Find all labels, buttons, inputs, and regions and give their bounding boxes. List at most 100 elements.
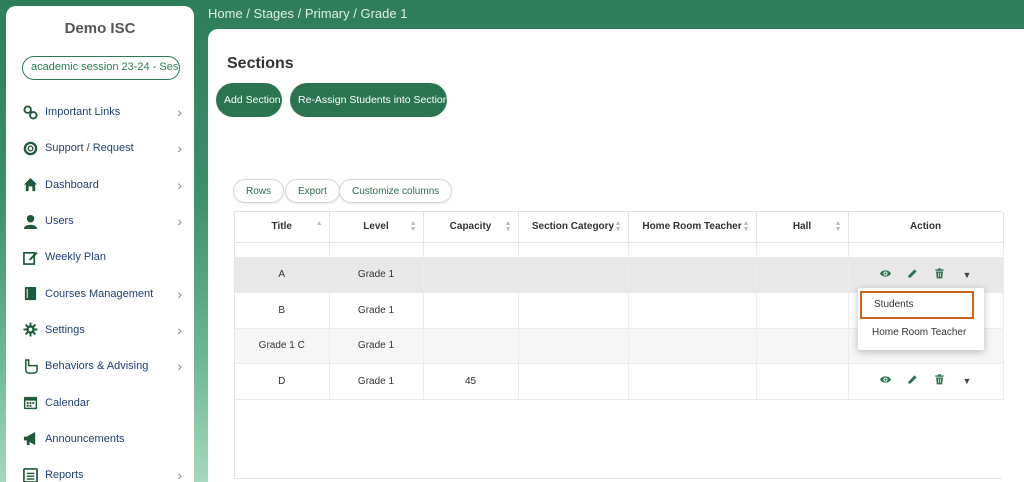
- chevron-down-icon[interactable]: ▼: [963, 270, 972, 280]
- edit-icon: [22, 249, 38, 265]
- user-icon: [22, 213, 38, 229]
- cell-capacity: [423, 292, 519, 329]
- column-header-section-category[interactable]: Section Category ▲ ▼: [518, 212, 629, 243]
- sidebar-item-important-links[interactable]: Important Links ›: [6, 94, 194, 130]
- sort-asc-icon: ▲: [315, 220, 323, 227]
- row-actions-dropdown: Students Home Room Teacher: [858, 288, 984, 350]
- view-icon[interactable]: [879, 374, 891, 388]
- cell-hall: [756, 292, 849, 329]
- chevron-right-icon: ›: [177, 176, 182, 193]
- add-section-button[interactable]: Add Section: [216, 83, 282, 117]
- column-header-label: Level: [363, 221, 389, 233]
- sidebar-item-calendar[interactable]: Calendar: [6, 384, 194, 420]
- column-header-home-room-teacher[interactable]: Home Room Teacher ▲ ▼: [628, 212, 757, 243]
- sidebar-item-label: Settings: [45, 323, 85, 336]
- sidebar-item-weekly-plan[interactable]: Weekly Plan: [6, 239, 194, 275]
- cell-title: A: [235, 257, 330, 293]
- sidebar-item-label: Courses Management: [45, 287, 154, 300]
- school-name: Demo ISC: [64, 20, 136, 37]
- sidebar-item-behaviors[interactable]: Behaviors & Advising ›: [6, 348, 194, 384]
- sidebar-item-label: Reports: [45, 469, 84, 482]
- cell-hall: [756, 328, 849, 364]
- cell-actions: ▼: [848, 363, 1004, 400]
- report-icon: [22, 467, 38, 482]
- sidebar-item-users[interactable]: Users ›: [6, 203, 194, 239]
- sidebar-item-dashboard[interactable]: Dashboard ›: [6, 167, 194, 203]
- column-header-label: Action: [909, 221, 942, 233]
- edit-icon[interactable]: [907, 268, 918, 282]
- sort-icon: ▲ ▼: [742, 220, 750, 233]
- sidebar-item-label: Dashboard: [45, 178, 99, 191]
- cell-category: [518, 257, 629, 293]
- cell-level: Grade 1: [329, 292, 424, 329]
- cell-level: Grade 1: [329, 257, 424, 293]
- cell-capacity: [423, 257, 519, 293]
- home-icon: [22, 177, 38, 193]
- sort-icon: ▲ ▼: [409, 220, 417, 233]
- menu-item-home-room-teacher[interactable]: Home Room Teacher: [858, 321, 984, 344]
- column-header-label: Capacity: [449, 221, 492, 233]
- edit-icon[interactable]: [907, 374, 918, 388]
- delete-icon[interactable]: [934, 374, 945, 388]
- cell-capacity: 45: [423, 363, 519, 400]
- hand-icon: [22, 358, 38, 374]
- sidebar-item-label: Weekly Plan: [45, 251, 106, 264]
- breadcrumb-stages[interactable]: Stages: [254, 6, 294, 21]
- view-icon[interactable]: [879, 268, 891, 282]
- chevron-right-icon: ›: [177, 321, 182, 338]
- cell-title: Grade 1 C: [235, 328, 330, 364]
- sort-icon: ▲ ▼: [614, 220, 622, 233]
- filter-row: [235, 242, 1004, 258]
- sidebar-item-label: Calendar: [45, 396, 90, 409]
- gear-icon: [22, 322, 38, 338]
- cell-teacher: [628, 257, 757, 293]
- megaphone-icon: [22, 431, 38, 447]
- sidebar-item-courses[interactable]: Courses Management ›: [6, 275, 194, 311]
- sidebar-item-reports[interactable]: Reports ›: [6, 457, 194, 482]
- breadcrumb-separator: /: [242, 6, 254, 21]
- sidebar: Demo ISC academic session 23-24 - Ses...…: [6, 6, 194, 482]
- table-row[interactable]: D Grade 1 45 ▼: [235, 363, 1004, 400]
- sort-icon: ▲ ▼: [504, 220, 512, 233]
- calendar-icon: [22, 395, 38, 411]
- breadcrumb-home[interactable]: Home: [208, 6, 243, 21]
- cell-hall: [756, 363, 849, 400]
- cell-category: [518, 328, 629, 364]
- chevron-right-icon: ›: [177, 213, 182, 230]
- rows-button[interactable]: Rows: [233, 179, 285, 203]
- chevron-right-icon: ›: [177, 467, 182, 482]
- chevron-right-icon: ›: [177, 104, 182, 121]
- cell-level: Grade 1: [329, 363, 424, 400]
- column-header-label: Section Category: [531, 221, 615, 233]
- session-selector[interactable]: academic session 23-24 - Ses...: [22, 56, 180, 80]
- cell-teacher: [628, 363, 757, 400]
- book-icon: [22, 286, 38, 302]
- delete-icon[interactable]: [934, 268, 945, 282]
- cell-category: [518, 363, 629, 400]
- cell-title: D: [235, 363, 330, 400]
- link-icon: [22, 104, 38, 120]
- sidebar-item-settings[interactable]: Settings ›: [6, 312, 194, 348]
- column-header-capacity[interactable]: Capacity ▲ ▼: [423, 212, 519, 243]
- sidebar-item-announcements[interactable]: Announcements: [6, 421, 194, 457]
- cell-category: [518, 292, 629, 329]
- sidebar-item-label: Important Links: [45, 106, 121, 119]
- sidebar-item-support[interactable]: Support / Request ›: [6, 130, 194, 166]
- main-panel: Sections Add Section Re-Assign Students …: [208, 29, 1024, 482]
- chevron-right-icon: ›: [177, 358, 182, 375]
- column-header-label: Hall: [792, 221, 812, 233]
- column-header-level[interactable]: Level ▲ ▼: [329, 212, 424, 243]
- column-header-hall[interactable]: Hall ▲ ▼: [756, 212, 849, 243]
- breadcrumb-primary[interactable]: Primary: [305, 6, 350, 21]
- chevron-down-icon[interactable]: ▼: [963, 376, 972, 386]
- cell-title: B: [235, 292, 330, 329]
- table-header-row: Title ▲ Level ▲ ▼ Capacity ▲ ▼ Section Catego…: [235, 212, 1004, 243]
- page-title: Sections: [227, 55, 294, 72]
- customize-columns-button[interactable]: Customize columns: [339, 179, 453, 203]
- chevron-right-icon: ›: [177, 285, 182, 302]
- reassign-students-button[interactable]: Re-Assign Students into Sections: [290, 83, 454, 117]
- breadcrumb-current: Grade 1: [360, 6, 408, 21]
- export-button[interactable]: Export: [285, 179, 340, 203]
- column-header-title[interactable]: Title ▲: [235, 212, 330, 243]
- menu-item-students[interactable]: Students: [860, 291, 974, 319]
